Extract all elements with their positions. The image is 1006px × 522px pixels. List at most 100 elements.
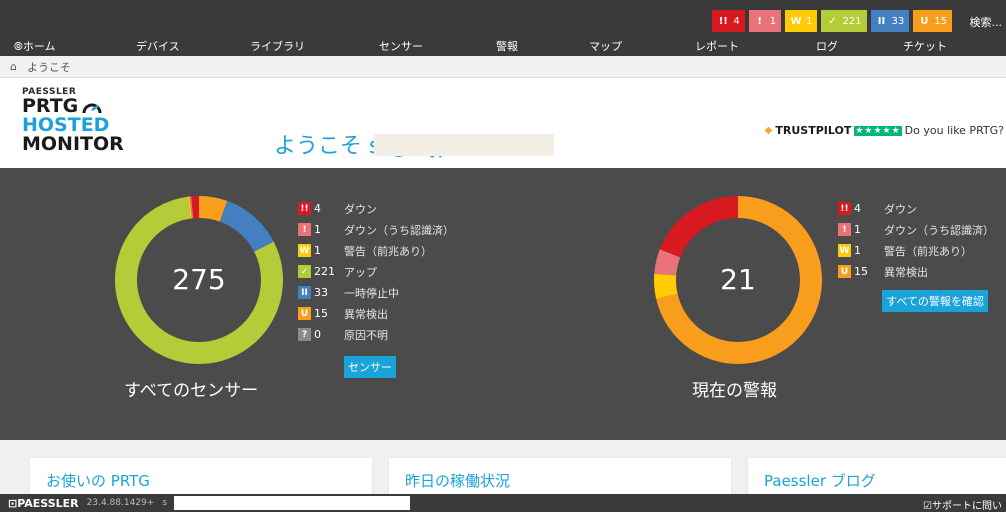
all-alarms-button[interactable]: すべての警報を確認 — [882, 290, 988, 312]
legend-label: 警告（前兆あり） — [884, 244, 972, 258]
status-count: 33 — [891, 15, 905, 27]
footer-user: s — [162, 498, 168, 508]
overview-panel: 275 すべてのセンサー !! 4 ダウン! 1 ダウン（うち認識済） W 1 警告（前兆あり… — [0, 168, 1006, 440]
status-count: 1 — [806, 15, 813, 27]
legend-row[interactable]: ! 1 ダウン（うち認識済） — [298, 219, 454, 240]
legend-label: ダウン — [884, 202, 917, 216]
legend-count: 221 — [314, 265, 335, 278]
footer-brand: ⊡PAESSLER — [8, 496, 79, 510]
legend-label: アップ — [344, 265, 377, 279]
nav-item[interactable]: ⦾ホーム — [14, 38, 55, 54]
legend-row[interactable]: !! 4 ダウン — [298, 198, 454, 219]
nav-item[interactable]: 警報 — [496, 38, 518, 54]
main-nav: ⦾ホーム デバイス ライブラリ センサー 警報 マップ レポート ログ チケット — [0, 36, 1006, 56]
nav-item[interactable]: チケット — [903, 38, 947, 54]
legend-label: ダウン（うち認識済） — [344, 223, 454, 237]
nav-item[interactable]: マップ — [589, 38, 622, 54]
legend-swatch-icon: W — [298, 244, 311, 257]
card-yesterday-uptime: 昨日の稼働状況 — [389, 458, 731, 494]
legend-swatch-icon: ? — [298, 328, 311, 341]
card-paessler-blog: Paessler ブログ — [748, 458, 1006, 494]
legend-row[interactable]: ? 0 原因不明 — [298, 324, 454, 345]
legend-count: 1 — [314, 223, 321, 236]
donut-slice[interactable] — [654, 249, 681, 276]
status-badge[interactable]: W1 — [785, 10, 818, 32]
status-glyph-icon: ✓ — [828, 15, 837, 27]
status-badge[interactable]: !! 4 — [712, 10, 745, 32]
legend-swatch-icon: ! — [298, 223, 311, 236]
alarms-donut-chart[interactable]: 21 — [653, 195, 823, 365]
status-glyph-icon: U — [920, 15, 929, 27]
legend-row[interactable]: II 33 一時停止中 — [298, 282, 454, 303]
rating-stars: ★★★★★ — [854, 125, 902, 136]
alarms-title: 現在の警報 — [692, 381, 777, 401]
legend-count: 4 — [854, 202, 861, 215]
nav-item[interactable]: ログ — [816, 38, 838, 54]
status-count: 15 — [934, 15, 947, 27]
legend-swatch-icon: U — [298, 307, 311, 320]
status-count: 221 — [842, 15, 862, 27]
legend-label: 一時停止中 — [344, 286, 399, 300]
legend-count: 4 — [314, 202, 321, 215]
donut-slice[interactable] — [659, 196, 739, 258]
legend-row[interactable]: W 1 警告（前兆あり） — [298, 240, 454, 261]
legend-row[interactable]: U 15 異常検出 — [298, 303, 454, 324]
nav-item[interactable]: デバイス — [136, 38, 180, 54]
legend-swatch-icon: ! — [838, 223, 851, 236]
sensors-title: すべてのセンサー — [124, 381, 259, 401]
legend-swatch-icon: U — [838, 265, 851, 278]
legend-label: ダウン（うち認識済） — [884, 223, 994, 237]
status-count: 4 — [733, 15, 740, 27]
legend-swatch-icon: II — [298, 286, 311, 299]
breadcrumb-label: ようこそ — [26, 60, 71, 74]
status-badge[interactable]: U 15 — [913, 10, 952, 32]
legend-row[interactable]: W 1 警告（前兆あり） — [838, 240, 994, 261]
legend-count: 0 — [314, 328, 321, 341]
legend-row[interactable]: ! 1 ダウン（うち認識済） — [838, 219, 994, 240]
search-box[interactable]: 検索... — [970, 14, 1003, 30]
legend-row[interactable]: ✓ 221 アップ — [298, 261, 454, 282]
prtg-logo: PAESSLER PRTG HOSTED MONITOR — [22, 87, 124, 155]
nav-item[interactable]: ライブラリ — [250, 38, 305, 54]
legend-row[interactable]: U 15 異常検出 — [838, 261, 994, 282]
legend-count: 1 — [854, 223, 861, 236]
donut-slice[interactable] — [219, 200, 274, 253]
bottom-strip — [0, 512, 1006, 522]
donut-slice[interactable] — [654, 273, 678, 299]
redacted-user — [374, 134, 554, 156]
legend-swatch-icon: ✓ — [298, 265, 311, 278]
status-glyph-icon: W — [790, 15, 802, 27]
status-glyph-icon: !! — [718, 15, 728, 27]
alarms-legend: !! 4 ダウン! 1 ダウン（うち認識済） W 1 警告（前兆あり） U 15 異常検出 — [838, 198, 994, 282]
legend-count: 15 — [854, 265, 868, 278]
legend-row[interactable]: !! 4 ダウン — [838, 198, 994, 219]
welcome-header: PAESSLER PRTG HOSTED MONITOR ようこそ s @it … — [0, 78, 1006, 168]
alarms-total: 21 — [720, 263, 756, 296]
legend-count: 1 — [314, 244, 321, 257]
top-bar: !! 4! 1 W 1 ✓ 221 II 33 U 15 検索... ⦾ホーム デバイス ライブラリ セン… — [0, 0, 1006, 56]
legend-count: 1 — [854, 244, 861, 257]
home-icon[interactable]: ⌂ — [10, 60, 17, 73]
nav-item[interactable]: レポート — [695, 38, 739, 54]
sensors-legend: !! 4 ダウン! 1 ダウン（うち認識済） W 1 警告（前兆あり） ✓ 221 アップ II 33 一… — [298, 198, 454, 345]
legend-swatch-icon: W — [838, 244, 851, 257]
sensors-donut-chart[interactable]: 275 — [114, 195, 284, 365]
donut-slice[interactable] — [198, 196, 228, 222]
legend-swatch-icon: !! — [298, 202, 311, 215]
breadcrumb: ⌂ ようこそ — [0, 56, 1006, 78]
status-strip: !! 4! 1 W 1 ✓ 221 II 33 U 15 — [712, 10, 952, 32]
redacted-footer — [174, 496, 410, 510]
status-badge[interactable]: ✓ 221 — [821, 10, 867, 32]
nav-item[interactable]: センサー — [379, 38, 423, 54]
legend-label: 警告（前兆あり） — [344, 244, 432, 258]
legend-label: 原因不明 — [344, 328, 388, 342]
trustpilot-badge[interactable]: ◆ TRUSTPILOT ★★★★★ Do you like PRTG? — [765, 124, 1004, 137]
status-badge[interactable]: II 33 — [870, 10, 910, 32]
status-badge[interactable]: ! 1 — [748, 10, 782, 32]
support-link[interactable]: ☑サポートに問い — [923, 497, 1002, 512]
card-your-prtg: お使いの PRTG — [30, 458, 372, 494]
trustpilot-star-icon: ◆ — [764, 125, 773, 136]
legend-label: ダウン — [344, 202, 377, 216]
sensors-button[interactable]: センサー — [344, 356, 396, 378]
footer: ⊡PAESSLER 23.4.88.1429+ s ☑サポートに問い — [0, 494, 1006, 512]
